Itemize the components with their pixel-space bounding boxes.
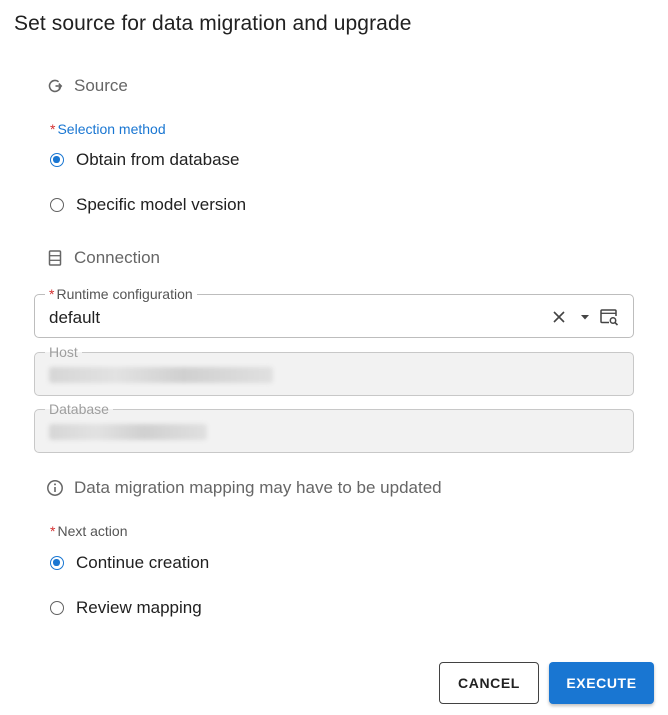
runtime-configuration-field[interactable]: * Runtime configuration default xyxy=(34,286,634,338)
radio-label: Obtain from database xyxy=(76,150,240,169)
radio-button-checked[interactable] xyxy=(50,556,64,570)
execute-button[interactable]: EXECUTE xyxy=(549,662,654,704)
chevron-down-icon[interactable] xyxy=(575,307,595,327)
source-section-header: Source xyxy=(46,76,128,96)
selection-method-label: * Selection method xyxy=(50,121,166,137)
radio-button[interactable] xyxy=(50,601,64,615)
required-marker: * xyxy=(50,523,56,539)
redo-icon xyxy=(46,77,64,95)
radio-specific-model-version[interactable]: Specific model version xyxy=(50,195,246,215)
required-marker: * xyxy=(50,121,56,137)
runtime-configuration-value[interactable]: default xyxy=(49,308,100,328)
info-icon xyxy=(46,479,64,497)
dialog-title: Set source for data migration and upgrad… xyxy=(14,12,412,35)
database-icon xyxy=(46,249,64,267)
lookup-icon[interactable] xyxy=(599,307,619,327)
host-value-redacted xyxy=(49,367,273,383)
database-value-redacted xyxy=(49,424,207,440)
clear-icon[interactable] xyxy=(549,307,569,327)
database-label: Database xyxy=(45,401,113,417)
database-field: Database xyxy=(34,401,634,453)
radio-button[interactable] xyxy=(50,198,64,212)
cancel-button[interactable]: CANCEL xyxy=(439,662,539,704)
info-text: Data migration mapping may have to be up… xyxy=(74,478,442,497)
connection-heading: Connection xyxy=(74,248,161,267)
radio-review-mapping[interactable]: Review mapping xyxy=(50,598,202,618)
radio-label: Review mapping xyxy=(76,598,202,617)
radio-label: Specific model version xyxy=(76,195,247,214)
mapping-info-message: Data migration mapping may have to be up… xyxy=(46,478,442,498)
migration-dialog: Set source for data migration and upgrad… xyxy=(0,0,668,715)
radio-obtain-from-database[interactable]: Obtain from database xyxy=(50,150,239,170)
connection-section-header: Connection xyxy=(46,248,160,268)
source-heading: Source xyxy=(74,76,128,95)
host-field: Host xyxy=(34,344,634,396)
next-action-label: * Next action xyxy=(50,523,128,539)
runtime-configuration-label: * Runtime configuration xyxy=(45,286,197,302)
radio-button-checked[interactable] xyxy=(50,153,64,167)
radio-continue-creation[interactable]: Continue creation xyxy=(50,553,209,573)
radio-label: Continue creation xyxy=(76,553,210,572)
host-label: Host xyxy=(45,344,82,360)
